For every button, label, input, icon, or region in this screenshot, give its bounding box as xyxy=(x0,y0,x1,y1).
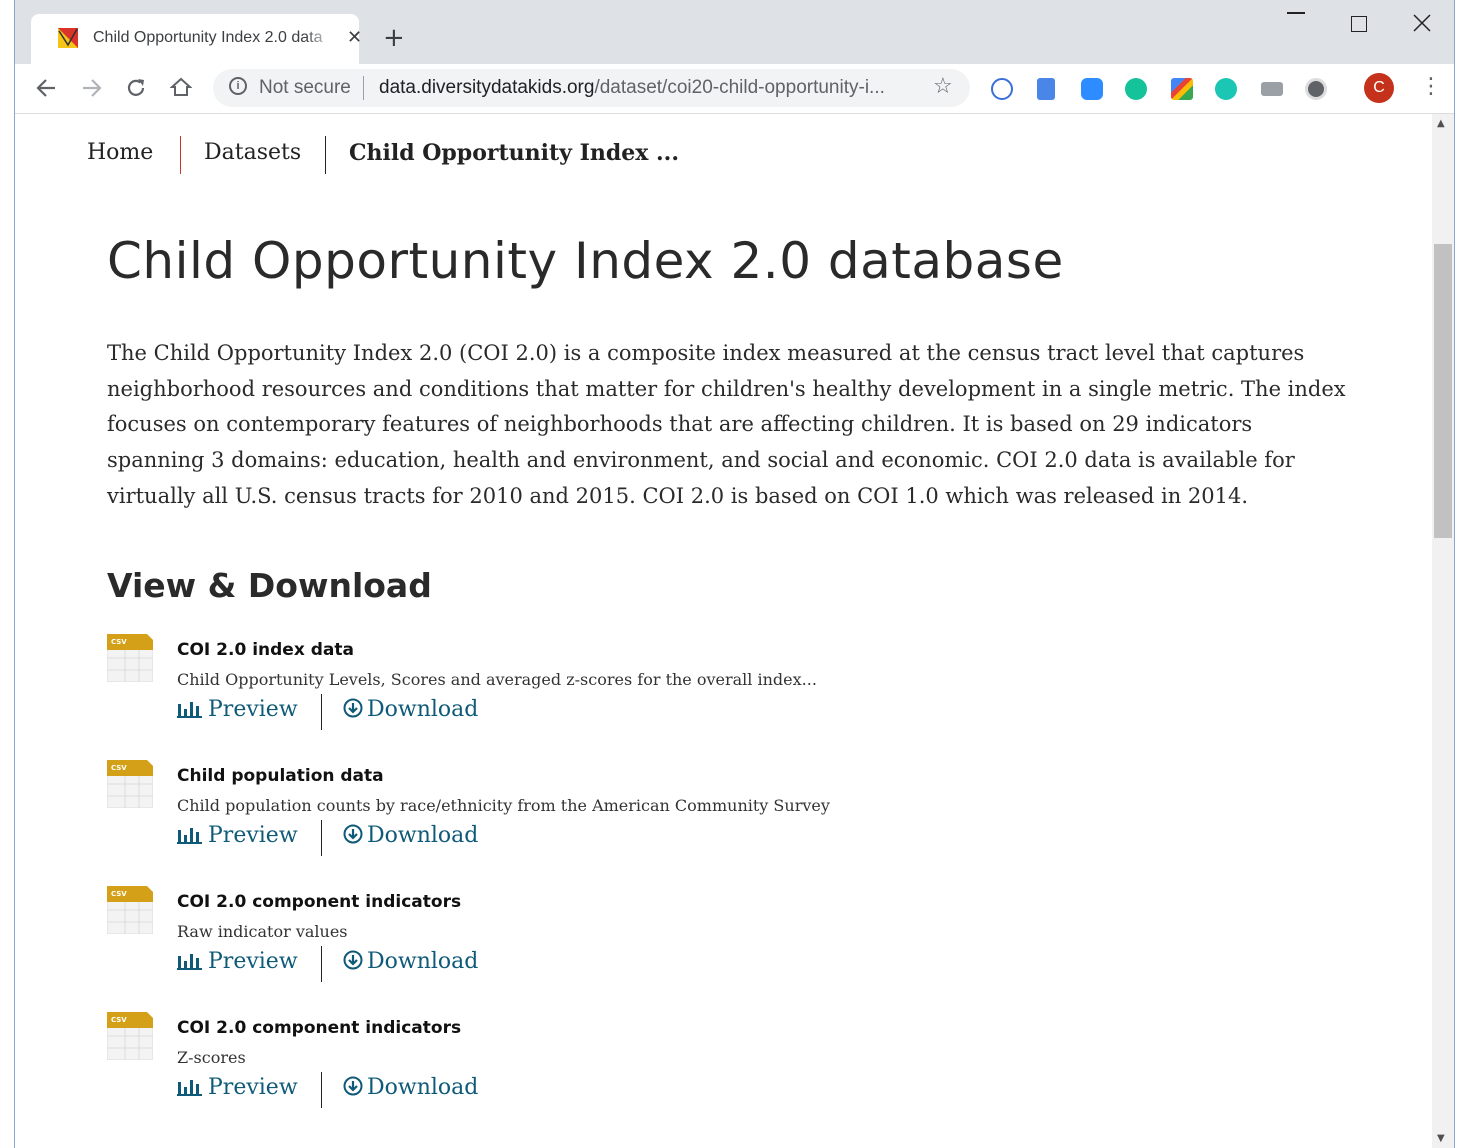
bar-chart-icon xyxy=(177,702,202,718)
scroll-down-arrow-icon[interactable]: ▼ xyxy=(1437,1133,1445,1144)
home-icon[interactable] xyxy=(170,76,192,98)
action-separator xyxy=(321,820,322,856)
extension-zoom-icon[interactable] xyxy=(1081,78,1103,100)
resource-name[interactable]: Child population data xyxy=(177,766,384,786)
dataset-description: The Child Opportunity Index 2.0 (COI 2.0… xyxy=(107,341,1346,508)
tab-title: Child Opportunity Index 2.0 data xyxy=(93,29,335,47)
csv-label: CSV xyxy=(111,764,127,772)
resource-description: Z-scores xyxy=(177,1048,246,1067)
download-circle-icon xyxy=(343,1076,363,1096)
address-separator xyxy=(363,76,364,100)
address-bar[interactable]: i Not secure data.diversitydatakids.org/… xyxy=(213,69,970,107)
csv-file-icon: CSV xyxy=(107,1012,153,1060)
preview-button[interactable]: Preview xyxy=(177,697,298,722)
extension-password-icon[interactable] xyxy=(991,78,1013,100)
breadcrumb-current[interactable]: Child Opportunity Index ... xyxy=(349,140,679,166)
bar-chart-icon xyxy=(177,954,202,970)
csv-file-icon: CSV xyxy=(107,886,153,934)
page-title: Child Opportunity Index 2.0 database xyxy=(107,232,1064,290)
resource-item: CSV COI 2.0 index data Child Opportunity… xyxy=(107,634,1007,744)
download-button[interactable]: Download xyxy=(343,697,478,722)
csv-file-icon: CSV xyxy=(107,760,153,808)
preview-button[interactable]: Preview xyxy=(177,1075,298,1100)
download-label: Download xyxy=(367,823,479,848)
bar-chart-icon xyxy=(177,1080,202,1096)
window-minimize-button[interactable] xyxy=(1287,12,1305,14)
bar-chart-icon xyxy=(177,828,202,844)
new-tab-button[interactable]: + xyxy=(383,24,405,52)
browser-tab[interactable]: Child Opportunity Index 2.0 data ✕ xyxy=(31,14,362,64)
resource-item: CSV COI 2.0 component indicators Raw ind… xyxy=(107,886,1007,996)
page-scrollbar[interactable]: ▲ ▼ xyxy=(1432,114,1454,1148)
extension-screenshot-icon[interactable] xyxy=(1261,82,1283,96)
resource-name[interactable]: COI 2.0 component indicators xyxy=(177,892,461,912)
extension-circle-icon[interactable] xyxy=(1305,78,1327,100)
csv-label: CSV xyxy=(111,638,127,646)
download-button[interactable]: Download xyxy=(343,949,478,974)
csv-file-icon: CSV xyxy=(107,634,153,682)
url-path: /dataset/coi20-child-opportunity-i... xyxy=(594,77,885,98)
tab-strip: Child Opportunity Index 2.0 data ✕ + xyxy=(15,0,1454,64)
section-heading: View & Download xyxy=(107,566,432,605)
action-separator xyxy=(321,1072,322,1108)
download-label: Download xyxy=(367,949,479,974)
resource-description: Child population counts by race/ethnicit… xyxy=(177,796,830,815)
url-domain: data.diversitydatakids.org xyxy=(379,77,595,98)
download-label: Download xyxy=(367,697,479,722)
browser-toolbar: i Not secure data.diversitydatakids.org/… xyxy=(15,64,1454,114)
action-separator xyxy=(321,694,322,730)
download-button[interactable]: Download xyxy=(343,823,478,848)
window-close-button[interactable] xyxy=(1413,14,1431,32)
extension-mote-icon[interactable] xyxy=(1215,78,1237,100)
security-label[interactable]: Not secure xyxy=(259,77,351,99)
breadcrumb-home-link[interactable]: Home xyxy=(87,140,153,165)
download-label: Download xyxy=(367,1075,479,1100)
preview-label: Preview xyxy=(208,949,298,974)
download-button[interactable]: Download xyxy=(343,1075,478,1100)
download-circle-icon xyxy=(343,950,363,970)
resource-name[interactable]: COI 2.0 index data xyxy=(177,640,354,660)
url-text[interactable]: data.diversitydatakids.org/dataset/coi20… xyxy=(379,77,885,99)
resource-item: CSV COI 2.0 component indicators Z-score… xyxy=(107,1012,1007,1122)
csv-label: CSV xyxy=(111,1016,127,1024)
extension-grammarly-icon[interactable] xyxy=(1125,78,1147,100)
info-icon[interactable]: i xyxy=(229,77,247,95)
preview-button[interactable]: Preview xyxy=(177,823,298,848)
tab-close-icon[interactable]: ✕ xyxy=(347,28,362,48)
extension-docs-icon[interactable] xyxy=(1037,78,1055,100)
site-favicon-icon xyxy=(58,28,78,48)
action-separator xyxy=(321,946,322,982)
breadcrumb-separator xyxy=(325,136,326,174)
csv-label: CSV xyxy=(111,890,127,898)
preview-button[interactable]: Preview xyxy=(177,949,298,974)
download-circle-icon xyxy=(343,824,363,844)
resource-description: Child Opportunity Levels, Scores and ave… xyxy=(177,670,817,689)
resource-name[interactable]: COI 2.0 component indicators xyxy=(177,1018,461,1038)
window-maximize-button[interactable] xyxy=(1351,16,1367,32)
download-circle-icon xyxy=(343,698,363,718)
scroll-up-arrow-icon[interactable]: ▲ xyxy=(1437,118,1445,129)
scrollbar-thumb[interactable] xyxy=(1434,244,1452,538)
forward-icon[interactable] xyxy=(81,77,103,99)
profile-avatar[interactable]: C xyxy=(1364,73,1394,103)
resource-item: CSV Child population data Child populati… xyxy=(107,760,1007,870)
reload-icon[interactable] xyxy=(125,77,147,99)
extension-google-icon[interactable] xyxy=(1171,78,1193,100)
bookmark-star-icon[interactable]: ☆ xyxy=(933,74,953,99)
back-icon[interactable] xyxy=(35,77,57,99)
page-content: Home Datasets Child Opportunity Index ..… xyxy=(15,114,1434,1148)
breadcrumb-separator xyxy=(180,136,181,174)
preview-label: Preview xyxy=(208,1075,298,1100)
resource-description: Raw indicator values xyxy=(177,922,348,941)
browser-window: Child Opportunity Index 2.0 data ✕ + i N… xyxy=(14,0,1455,1148)
browser-menu-icon[interactable]: ⋮ xyxy=(1420,73,1442,101)
preview-label: Preview xyxy=(208,697,298,722)
preview-label: Preview xyxy=(208,823,298,848)
breadcrumb-datasets-link[interactable]: Datasets xyxy=(204,140,301,165)
